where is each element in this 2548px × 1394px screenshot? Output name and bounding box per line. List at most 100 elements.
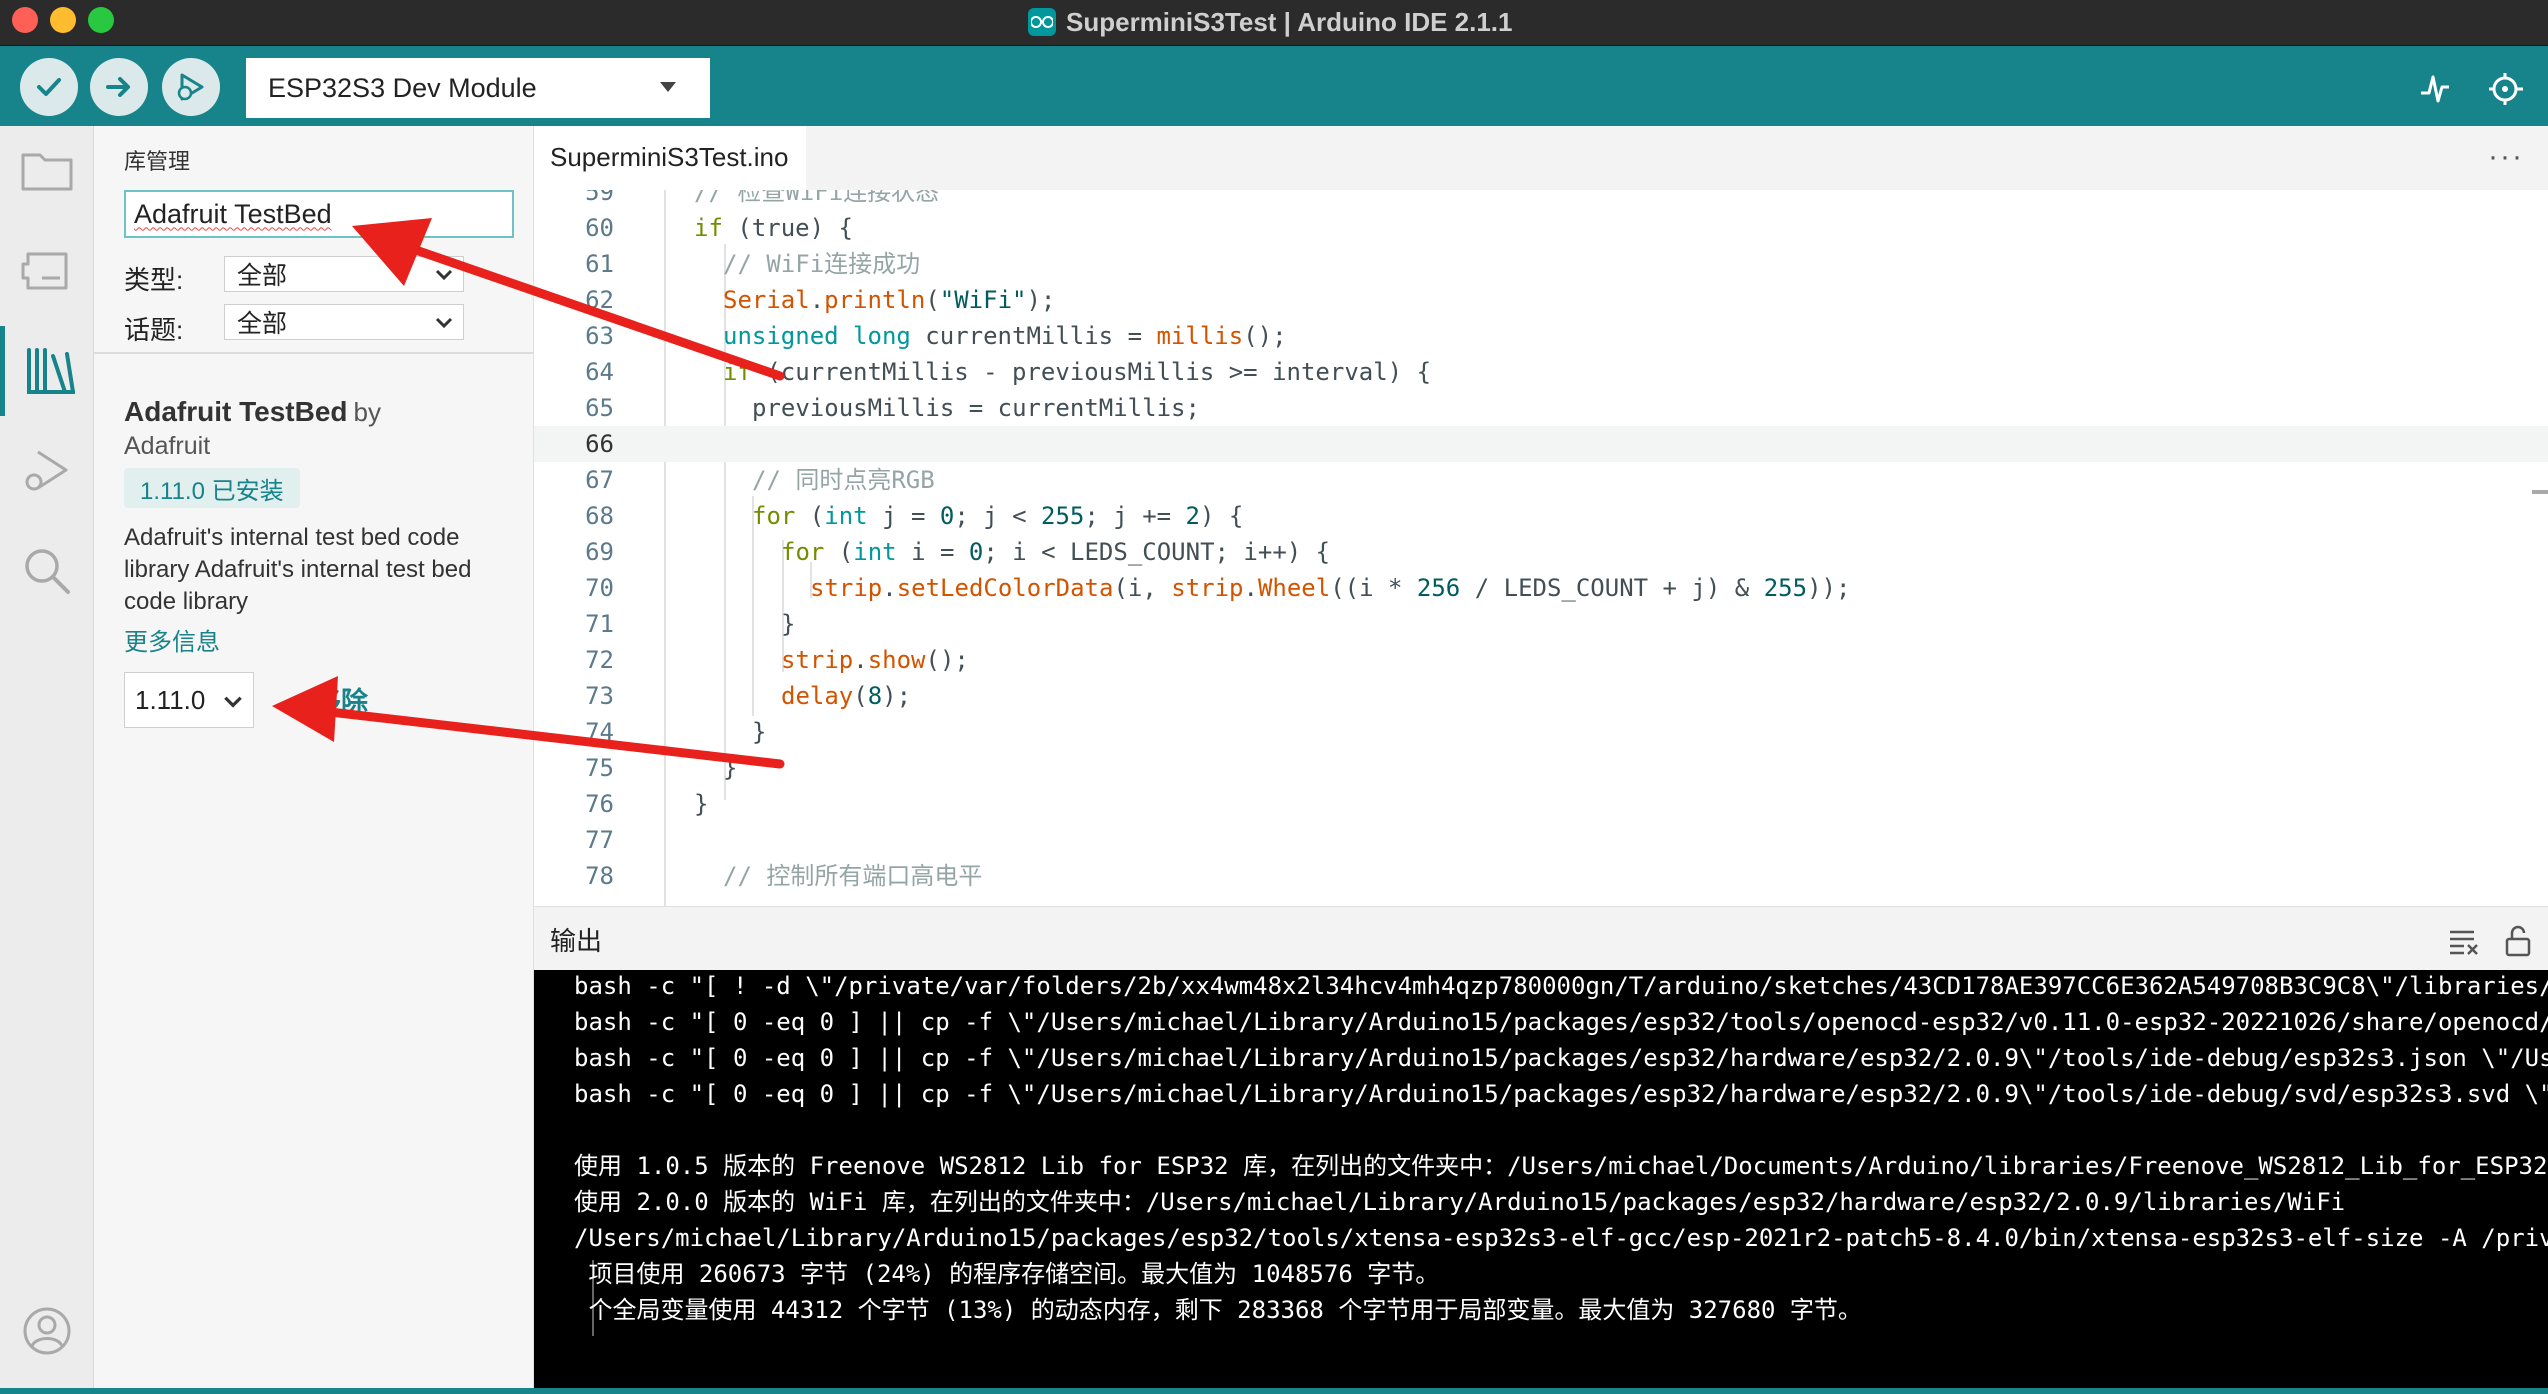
code-text: } bbox=[752, 714, 766, 750]
code-token: ); bbox=[882, 682, 912, 710]
type-filter-select[interactable]: 全部 bbox=[224, 256, 464, 292]
board-selector[interactable]: ESP32S3 Dev Module bbox=[246, 58, 710, 118]
code-line[interactable]: 76} bbox=[534, 786, 2548, 822]
editor-tab-bar: SuperminiS3Test.ino ··· bbox=[534, 126, 2548, 190]
close-window-button[interactable] bbox=[12, 7, 38, 33]
code-line[interactable]: 71} bbox=[534, 606, 2548, 642]
code-token: currentMillis = bbox=[910, 322, 1157, 350]
code-token: 256 bbox=[1416, 574, 1461, 602]
code-line[interactable]: 67 // 同时点亮RGB bbox=[534, 462, 2548, 498]
code-line[interactable]: 69 for (int i = 0; i < LEDS_COUNT; i++) { bbox=[534, 534, 2548, 570]
sketchbook-button[interactable] bbox=[0, 126, 94, 216]
code-line[interactable]: 78 // 控制所有端口高电平 bbox=[534, 858, 2548, 894]
output-line: bash -c "[ 0 -eq 0 ] || cp -f \"/Users/m… bbox=[574, 1008, 2548, 1036]
code-line[interactable]: 61 // WiFi连接成功 bbox=[534, 246, 2548, 282]
chevron-down-icon bbox=[435, 317, 453, 329]
line-number: 77 bbox=[585, 826, 614, 854]
line-number: 71 bbox=[585, 610, 614, 638]
more-actions-icon[interactable]: ··· bbox=[2488, 140, 2524, 174]
debug-icon bbox=[177, 73, 204, 101]
code-token: Wheel bbox=[1257, 574, 1331, 602]
version-select[interactable]: 1.11.0 bbox=[124, 672, 254, 728]
tab-sketch[interactable]: SuperminiS3Test.ino bbox=[534, 126, 807, 190]
topic-filter-select[interactable]: 全部 bbox=[224, 304, 464, 340]
code-line[interactable]: 65 previousMillis = currentMillis; bbox=[534, 390, 2548, 426]
upload-button[interactable] bbox=[90, 58, 148, 116]
code-token: ( bbox=[795, 502, 825, 530]
code-token: ) { bbox=[1200, 502, 1244, 530]
code-token: (); bbox=[1243, 322, 1287, 350]
more-info-link[interactable]: 更多信息 bbox=[124, 622, 220, 657]
code-token: millis bbox=[1156, 322, 1244, 350]
line-number: 66 bbox=[585, 430, 614, 458]
library-search-input[interactable]: Adafruit TestBed bbox=[124, 190, 514, 238]
code-token: ; j < bbox=[954, 502, 1042, 530]
code-line[interactable]: 59 // 检查WiFi连接状态 bbox=[534, 190, 2548, 210]
library-manager-button[interactable] bbox=[0, 326, 94, 416]
code-token: strip bbox=[1171, 574, 1244, 602]
output-title: 输出 bbox=[550, 926, 603, 956]
code-line[interactable]: 64 if (currentMillis - previousMillis >= … bbox=[534, 354, 2548, 390]
board-icon bbox=[21, 252, 68, 290]
title-bar: SuperminiS3Test | Arduino IDE 2.1.1 bbox=[0, 0, 2548, 46]
remove-button[interactable]: 移除 bbox=[314, 680, 368, 719]
serial-monitor-icon bbox=[2489, 73, 2523, 105]
code-token: strip bbox=[810, 574, 883, 602]
code-token: 0 bbox=[968, 538, 984, 566]
scroll-lock-button[interactable] bbox=[2502, 925, 2534, 957]
arduino-logo-icon bbox=[1028, 8, 1056, 36]
line-number: 59 bbox=[585, 190, 614, 206]
debug-panel-button[interactable] bbox=[0, 426, 94, 516]
library-search-value: Adafruit TestBed bbox=[134, 198, 332, 229]
code-line[interactable]: 62 Serial.println("WiFi"); bbox=[534, 282, 2548, 318]
minimize-window-button[interactable] bbox=[50, 7, 76, 33]
serial-plotter-button[interactable] bbox=[2412, 66, 2458, 112]
code-line[interactable]: 77 bbox=[534, 822, 2548, 858]
code-token: (); bbox=[925, 646, 969, 674]
code-token: show bbox=[867, 646, 926, 674]
code-line[interactable]: 60 if (true) { bbox=[534, 210, 2548, 246]
account-button[interactable] bbox=[0, 1286, 94, 1376]
serial-monitor-button[interactable] bbox=[2482, 66, 2528, 112]
code-line[interactable]: 74} bbox=[534, 714, 2548, 750]
window-title-text: SuperminiS3Test | Arduino IDE 2.1.1 bbox=[1066, 6, 1513, 37]
code-line[interactable]: 70 strip.setLedColorData(i, strip.Wheel((… bbox=[534, 570, 2548, 606]
code-text: delay(8); bbox=[781, 678, 911, 714]
code-token: / LEDS_COUNT + j) & bbox=[1460, 574, 1764, 602]
clear-output-button[interactable] bbox=[2448, 925, 2480, 957]
code-token: println bbox=[824, 286, 926, 314]
code-line[interactable]: 75} bbox=[534, 750, 2548, 786]
code-token: (true) { bbox=[722, 214, 853, 242]
debug-icon bbox=[25, 450, 68, 491]
unlock-icon bbox=[2505, 925, 2531, 957]
code-text: unsigned long currentMillis = millis(); bbox=[723, 318, 1287, 354]
code-text: // 同时点亮RGB bbox=[752, 462, 935, 498]
code-line[interactable]: 66 bbox=[534, 426, 2548, 462]
code-line[interactable]: 73 delay(8); bbox=[534, 678, 2548, 714]
code-token: if bbox=[723, 358, 752, 386]
code-token: . bbox=[809, 286, 825, 314]
line-number: 76 bbox=[585, 790, 614, 818]
zoom-window-button[interactable] bbox=[88, 7, 114, 33]
debug-button[interactable] bbox=[162, 58, 220, 116]
search-button[interactable] bbox=[0, 526, 94, 616]
code-token: ( bbox=[925, 286, 940, 314]
boards-manager-button[interactable] bbox=[0, 226, 94, 316]
library-name: Adafruit TestBed bbox=[124, 396, 348, 427]
account-icon bbox=[23, 1307, 71, 1355]
code-token: setLedColorData bbox=[896, 574, 1114, 602]
output-console[interactable]: bash -c "[ ! -d \"/private/var/folders/2… bbox=[534, 970, 2548, 1388]
code-token: for bbox=[781, 538, 825, 566]
code-token: ( bbox=[824, 538, 854, 566]
code-token: ( bbox=[853, 682, 868, 710]
topic-filter-label: 话题: bbox=[124, 315, 184, 345]
code-line[interactable]: 72 strip.show(); bbox=[534, 642, 2548, 678]
output-line: /Users/michael/Library/Arduino15/package… bbox=[574, 1224, 2548, 1252]
code-editor[interactable]: 59 // 检查WiFi连接状态 60 if (true) {61 // WiFi连接成… bbox=[534, 190, 2548, 906]
code-line[interactable]: 68 for (int j = 0; j < 255; j += 2) { bbox=[534, 498, 2548, 534]
search-icon bbox=[25, 549, 70, 594]
code-line[interactable]: 63 unsigned long currentMillis = millis()… bbox=[534, 318, 2548, 354]
verify-button[interactable] bbox=[20, 58, 78, 116]
folder-icon bbox=[21, 153, 73, 191]
clear-list-icon bbox=[2450, 930, 2478, 955]
